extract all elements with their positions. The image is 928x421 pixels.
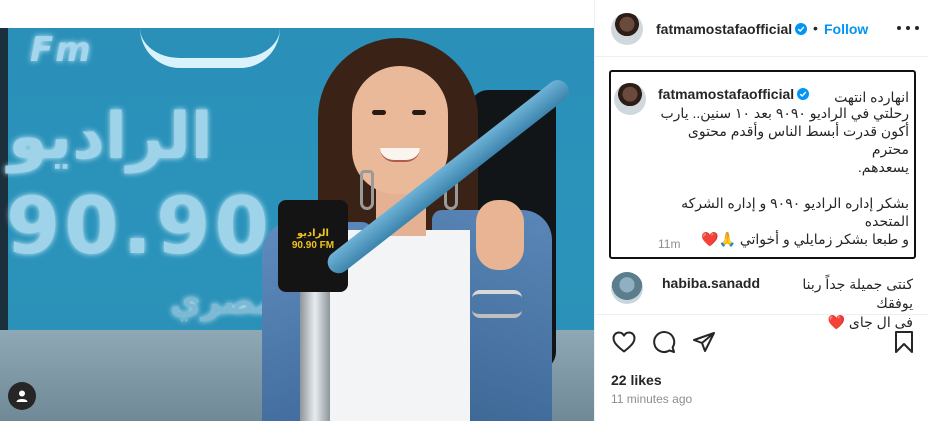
sign-radio-text: الراديو [8,100,213,174]
caption-line: رحلتي في الراديو ٩٠٩٠ بعد ١٠ سنين.. يارب [660,105,909,121]
caption-line: انهارده انتهت [834,89,909,105]
separator-dot: • [813,20,818,36]
author-username-text[interactable]: fatmamostafaofficial [656,21,792,37]
comment-bubble-icon[interactable] [651,329,677,355]
user-tag-icon[interactable] [8,382,36,410]
paper-plane-icon[interactable] [691,329,717,355]
verified-badge-icon [797,88,810,100]
caption-line: بشكر إداره الراديو ٩٠٩٠ و إداره الشركه [681,195,909,211]
sign-tagline-text: مصري [170,282,277,322]
verified-badge-icon [795,23,808,35]
post-actions: 22 likes 11 minutes ago [595,314,928,421]
bookmark-icon[interactable] [891,329,917,355]
caption-line: و طبعا بشكر زمايلي و أخواتي 🙏❤️ [701,231,909,247]
heart-outline-icon[interactable] [611,329,637,355]
post-timestamp[interactable]: 11 minutes ago [611,392,692,406]
caption-author-username[interactable]: fatmamostafaofficial [658,86,794,102]
like-count[interactable]: 22 likes [611,372,662,388]
post-side-panel: fatmamostafaofficial • Follow fatmamosta… [594,0,928,421]
comment-line: كنتى جميلة جداً ربنا يوفقك [802,276,913,311]
sign-frequency-text: 90.90 [6,182,273,272]
author-avatar[interactable] [611,13,643,45]
caption-line: يسعدهم. [857,159,909,175]
caption-line: أكون قدرت أبسط الناس وأقدم محتوى محترم [687,123,909,157]
caption-line: المتحده [864,213,909,229]
post-photo[interactable]: Fm الراديو 90.90 مصري الراديو 90.90 FM [0,0,594,421]
post-header: fatmamostafaofficial • Follow [595,0,928,57]
caption-block: fatmamostafaofficial انهارده انتهت رحلتي… [609,70,916,259]
more-options-icon[interactable] [897,18,919,38]
author-username[interactable]: fatmamostafaofficial [656,21,808,37]
sign-fm-text: Fm [30,30,93,70]
follow-button[interactable]: Follow [824,21,868,37]
sign-logo-wave [140,28,280,68]
caption-author-avatar[interactable] [614,83,646,115]
caption-author[interactable]: fatmamostafaofficial [658,86,810,102]
caption-timestamp[interactable]: 11m [658,237,680,251]
commenter-avatar[interactable] [611,272,643,304]
caption-text: انهارده انتهت رحلتي في الراديو ٩٠٩٠ بعد … [657,89,909,248]
